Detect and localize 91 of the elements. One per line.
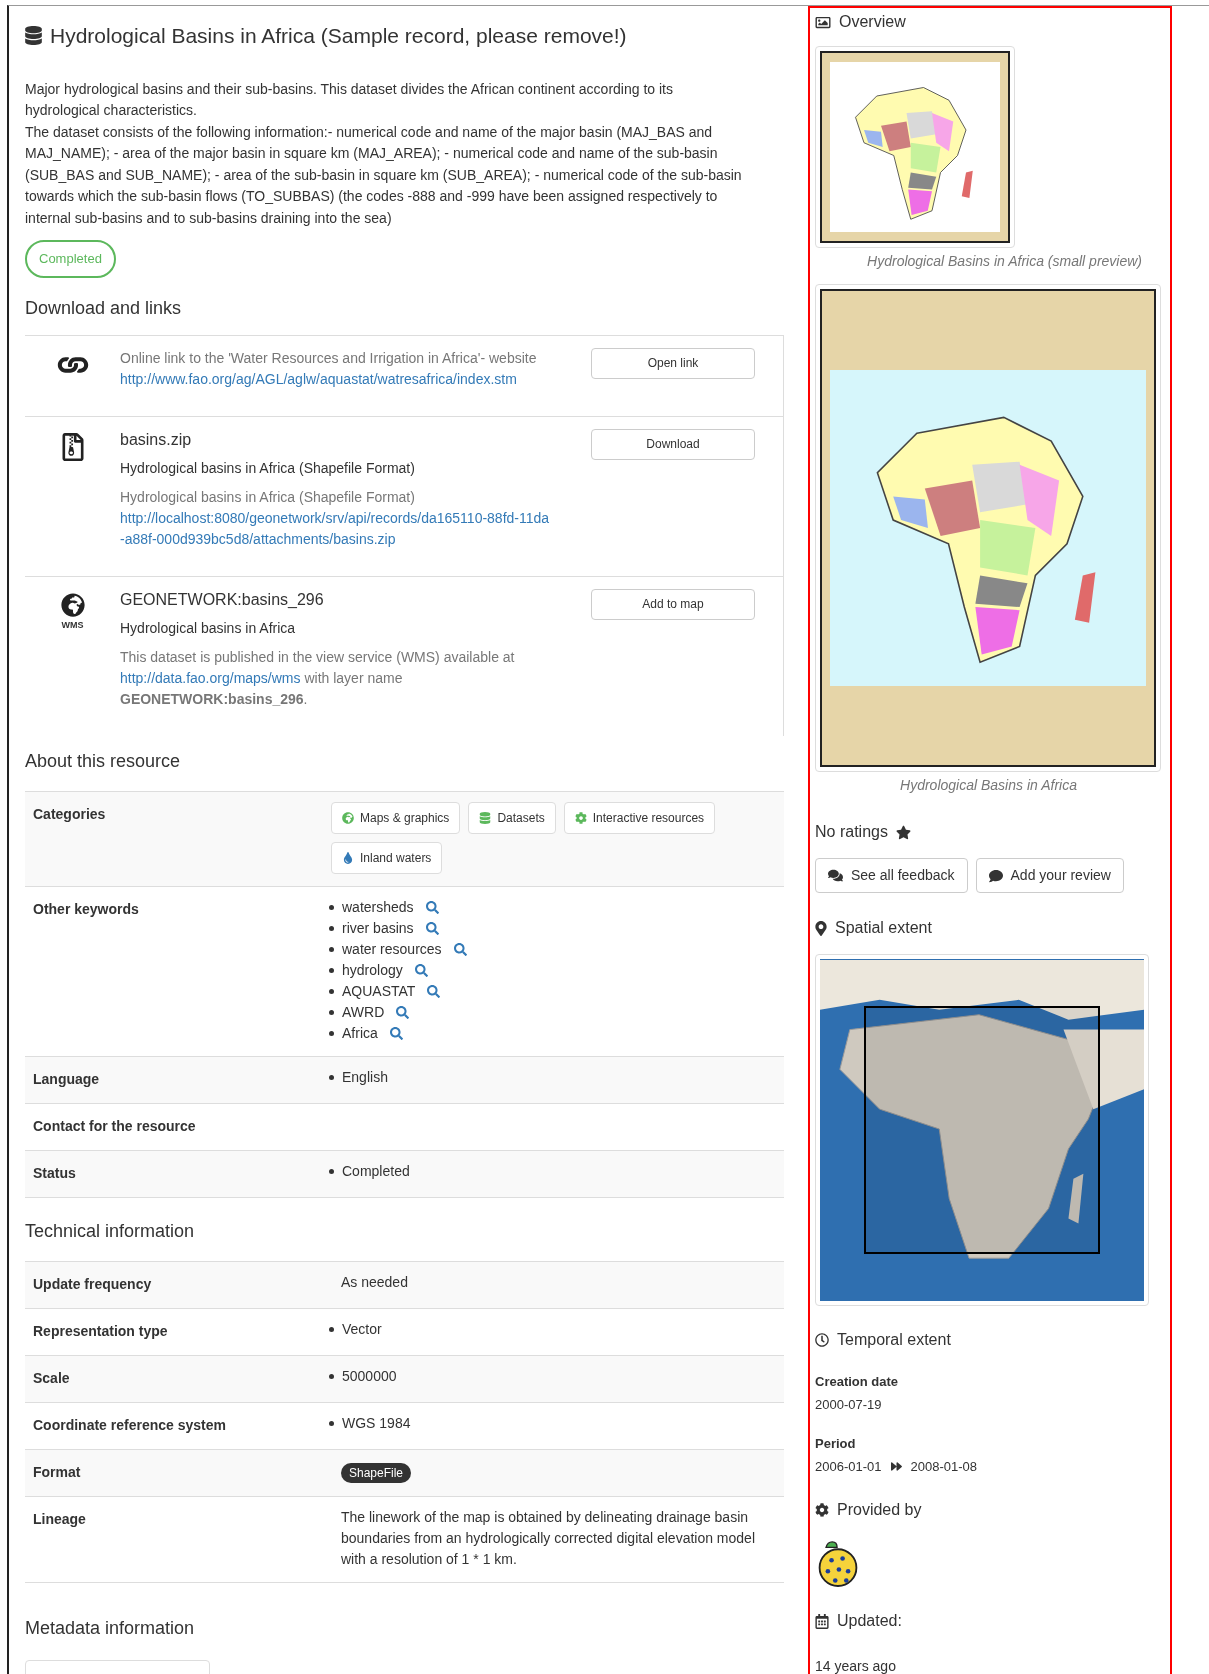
field-value: The linework of the map is obtained by delineating drainage basin boundaries from an hydrologically corrected digital elevation model with a resolution of 1 * 1 km. bbox=[341, 1507, 756, 1569]
image-caption: Hydrological Basins in Africa (small preview) bbox=[867, 252, 1142, 271]
keyword: AQUASTAT bbox=[342, 981, 416, 1001]
category-tag[interactable]: Inland waters bbox=[331, 841, 443, 874]
field-label: Creation date bbox=[815, 1373, 900, 1391]
field-label: Format bbox=[33, 1463, 81, 1480]
chat-icon bbox=[828, 868, 843, 883]
field-label: Scale bbox=[33, 1369, 70, 1386]
description-paragraph: The dataset consists of the following information:- numerical code and name of the major basin (MAJ_BAS and MAJ_NAME); - area of the major basin in square km (MAJ_AREA); - numerical code and name of the sub-basin (SUB_BAS and SUB_NAME); - area of the sub-basin in square km (SUB_AREA); - numerical code of the sub-basin towards which the sub-basin flows (TO_SUBBAS) (the codes -888 and -999 have been assigned respectively to internal sub-basins and to sub-basins draining into the sea) bbox=[25, 122, 743, 228]
field-value: As needed bbox=[341, 1272, 409, 1292]
search-icon[interactable] bbox=[427, 984, 441, 998]
search-icon[interactable] bbox=[414, 963, 428, 977]
keyword: AWRD bbox=[342, 1002, 385, 1022]
resource-name: basins.zip bbox=[120, 429, 193, 450]
field-value: 5000000 bbox=[342, 1366, 397, 1386]
section-heading: Overview bbox=[839, 12, 906, 32]
resource-description: This dataset is published in the view service (WMS) available at http://data.fao.org/maps/wms with layer name GEONETWORK:basins_296. bbox=[120, 647, 516, 709]
calendar-icon bbox=[815, 1613, 829, 1629]
section-heading: Metadata information bbox=[25, 1616, 196, 1640]
format-label: ShapeFile bbox=[341, 1462, 412, 1483]
action-button[interactable]: Add to map bbox=[591, 588, 755, 620]
action-button[interactable]: Open link bbox=[591, 347, 755, 379]
clock-icon bbox=[815, 1333, 829, 1347]
map-pin-icon bbox=[815, 920, 827, 936]
keyword: hydrology bbox=[342, 960, 403, 980]
keyword: watersheds bbox=[342, 897, 414, 917]
keyword: Africa bbox=[342, 1023, 378, 1043]
field-label: Coordinate reference system bbox=[33, 1416, 226, 1433]
updated-value: 14 years ago bbox=[815, 1657, 897, 1674]
search-icon[interactable] bbox=[425, 900, 439, 914]
resource-description: Online link to the 'Water Resources and Irrigation in Africa'- website bbox=[120, 348, 538, 368]
status-badge: Completed bbox=[25, 240, 116, 278]
url-link[interactable]: http://www.fao.org/ag/AGL/aglw/aquastat/watresafrica/index.stm bbox=[120, 368, 550, 390]
gear-icon bbox=[815, 1503, 829, 1517]
search-icon[interactable] bbox=[396, 1005, 410, 1019]
field-label: Period bbox=[815, 1435, 857, 1453]
date-value: 2008-01-08 bbox=[910, 1457, 977, 1476]
resource-description: Hydrological basins in Africa (Shapefile Format) bbox=[120, 487, 416, 507]
field-label: Representation type bbox=[33, 1322, 168, 1339]
search-icon[interactable] bbox=[425, 921, 439, 935]
image-icon bbox=[815, 14, 831, 30]
page-title: Hydrological Basins in Africa (Sample record, please remove!) bbox=[50, 23, 627, 49]
url-link[interactable]: http://localhost:8080/geonetwork/srv/api/records/da165110-88fd-11da-a88f-000d939bc5d8/attachments/basins.zip bbox=[120, 507, 550, 550]
category-tag[interactable]: Datasets bbox=[468, 801, 556, 834]
field-value: Vector bbox=[342, 1319, 382, 1339]
resource-title: Hydrological basins in Africa bbox=[120, 618, 297, 638]
section-heading: Spatial extent bbox=[835, 918, 932, 938]
globe-icon bbox=[60, 592, 85, 617]
chat-icon bbox=[988, 868, 1003, 883]
drop-icon bbox=[342, 851, 354, 864]
service-label: WMS bbox=[61, 618, 84, 632]
field-value: English bbox=[342, 1067, 388, 1087]
feedback-button[interactable]: Add your review bbox=[975, 858, 1124, 893]
description-paragraph: Major hydrological basins and their sub-basins. This dataset divides the African continent according to its hydrological characteristics. bbox=[25, 79, 674, 120]
field-label: Contact for the resource bbox=[33, 1117, 196, 1134]
gear-icon bbox=[574, 811, 587, 824]
field-label: Update frequency bbox=[33, 1275, 152, 1292]
globe-icon bbox=[342, 811, 354, 824]
field-label: Lineage bbox=[33, 1510, 86, 1527]
section-heading: Technical information bbox=[25, 1219, 196, 1243]
database-icon bbox=[479, 811, 492, 824]
image-caption: Hydrological Basins in Africa bbox=[900, 776, 1077, 795]
category-tag[interactable]: Maps & graphics bbox=[331, 801, 461, 834]
field-label: Language bbox=[33, 1070, 100, 1087]
field-value: Completed bbox=[342, 1161, 410, 1181]
section-heading: Temporal extent bbox=[837, 1330, 951, 1350]
resource-name: GEONETWORK:basins_296 bbox=[120, 589, 325, 610]
action-button[interactable]: Download bbox=[591, 428, 755, 460]
zip-file-icon bbox=[60, 432, 85, 461]
star-icon bbox=[895, 824, 911, 840]
keyword: river basins bbox=[342, 918, 414, 938]
section-heading: Updated: bbox=[837, 1611, 902, 1631]
ratings-text: No ratings bbox=[815, 822, 888, 842]
resource-title: Hydrological basins in Africa (Shapefile Format) bbox=[120, 458, 416, 478]
field-label: Status bbox=[33, 1164, 76, 1181]
database-icon bbox=[25, 26, 42, 46]
field-label: Other keywords bbox=[33, 900, 139, 917]
date-value: 2006-01-01 bbox=[815, 1457, 882, 1476]
section-heading: Download and links bbox=[25, 296, 183, 320]
search-icon[interactable] bbox=[453, 942, 467, 956]
feedback-button[interactable]: See all feedback bbox=[815, 858, 968, 893]
category-tag[interactable]: Interactive resources bbox=[563, 801, 716, 834]
forward-icon bbox=[889, 1460, 903, 1472]
date-value: 2000-07-19 bbox=[815, 1395, 883, 1414]
field-label: Categories bbox=[33, 805, 106, 822]
keyword: water resources bbox=[342, 939, 442, 959]
section-heading: Provided by bbox=[837, 1500, 922, 1520]
field-value: WGS 1984 bbox=[342, 1413, 411, 1433]
search-icon[interactable] bbox=[389, 1026, 403, 1040]
section-heading: About this resource bbox=[25, 749, 182, 773]
url-link[interactable]: http://data.fao.org/maps/wms bbox=[120, 669, 301, 686]
